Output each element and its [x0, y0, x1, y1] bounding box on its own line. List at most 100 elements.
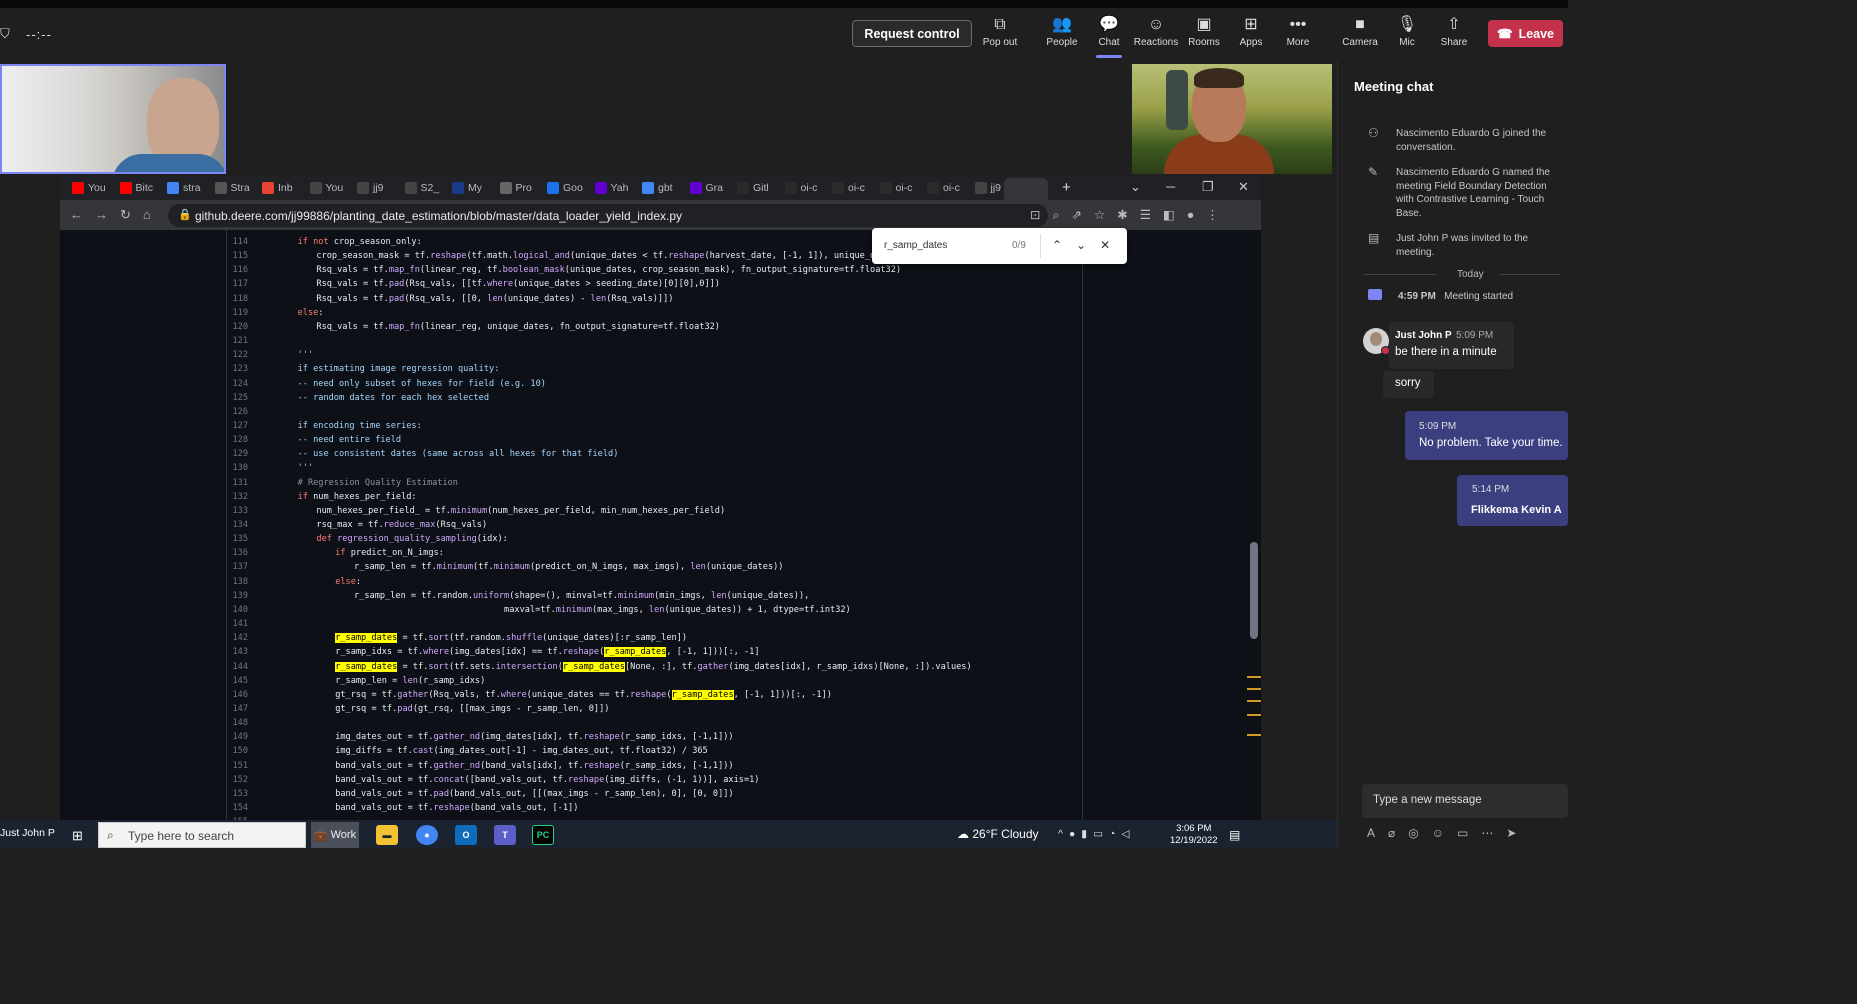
apps-button[interactable]: ⊞ Apps [1228, 14, 1274, 56]
more-button[interactable]: ••• More [1275, 14, 1321, 56]
nav-buttons[interactable]: ←→↻⌂ [70, 207, 163, 223]
url-text[interactable]: github.deere.com/jj99886/planting_date_e… [195, 209, 682, 223]
find-close-icon[interactable]: ✕ [1100, 238, 1124, 252]
share-button[interactable]: ⇧ Share [1431, 14, 1477, 56]
browser-tab[interactable]: oi-c [879, 178, 924, 198]
home-icon[interactable]: ⌂ [143, 207, 163, 222]
browser-tab[interactable]: S2_ [404, 178, 449, 198]
mic-tray-icon[interactable]: ▮ [1081, 828, 1093, 840]
back-icon[interactable]: ← [70, 207, 95, 222]
browser-tab[interactable]: Inb [262, 178, 306, 198]
code-token: minimum [617, 590, 655, 601]
close-window-button[interactable]: ✕ [1238, 179, 1249, 195]
send-icon[interactable]: ➤ [1506, 826, 1529, 840]
browser-tab[interactable]: Pro [499, 178, 544, 198]
browser-tab[interactable]: jj9 [357, 178, 401, 198]
minimize-button[interactable]: ─ [1166, 179, 1175, 194]
chevron-up-icon[interactable]: ^ [1058, 828, 1069, 840]
browser-tab[interactable]: You [309, 178, 354, 198]
code-token: (min_imgs, [654, 590, 712, 601]
code-token: where [487, 279, 514, 290]
compose-placeholder[interactable]: Type a new message [1373, 794, 1482, 806]
emoji-icon[interactable]: ☺ [1432, 826, 1457, 840]
weather-widget[interactable]: ☁ 26°F Cloudy [957, 827, 1039, 841]
teams-icon[interactable]: T [494, 825, 516, 845]
gif-icon[interactable]: ▭ [1457, 826, 1481, 840]
notifications-icon[interactable]: ▤ [1229, 828, 1240, 842]
reading-list-icon[interactable]: ☰ [1140, 208, 1163, 222]
find-input[interactable]: r_samp_dates [884, 240, 947, 251]
chat-message-own[interactable] [1457, 475, 1568, 526]
browser-tab[interactable]: Stra [214, 178, 259, 198]
zoom-icon[interactable]: ⌕ [1052, 208, 1071, 222]
volume-icon[interactable]: ◁ [1121, 828, 1135, 840]
chat-message-own[interactable] [1405, 411, 1568, 460]
tab-search-icon[interactable]: ⌄ [1130, 179, 1141, 195]
browser-tab[interactable]: jj9 [974, 178, 1019, 198]
reactions-button[interactable]: ☺ Reactions [1133, 14, 1179, 56]
code-token: if encoding time series: [297, 420, 422, 431]
browser-tab[interactable]: gbt [642, 178, 686, 198]
forward-icon[interactable]: → [95, 207, 120, 222]
date-separator: Today [1457, 269, 1484, 280]
taskbar-clock[interactable]: 3:06 PM 12/19/2022 [1170, 823, 1218, 847]
people-button[interactable]: 👥 People [1039, 14, 1085, 56]
chrome-icon[interactable]: ● [416, 825, 438, 845]
chat-button[interactable]: 💬 Chat [1086, 14, 1132, 56]
browser-tab[interactable]: stra [167, 178, 211, 198]
bookmark-star-icon[interactable]: ☆ [1094, 208, 1117, 222]
browser-tab[interactable]: My [452, 178, 496, 198]
more-options-icon[interactable]: ⋯ [1481, 826, 1506, 840]
side-panel-icon[interactable]: ◧ [1163, 208, 1187, 222]
share-page-icon[interactable]: ⇗ [1072, 208, 1094, 222]
taskbar-search-placeholder[interactable]: Type here to search [128, 829, 234, 843]
line-number: 148 [232, 718, 248, 729]
windows-start-icon[interactable]: ⊞ [72, 828, 83, 844]
message-time: 5:14 PM [1472, 484, 1510, 495]
find-previous-icon[interactable]: ⌃ [1052, 238, 1076, 252]
network-icon[interactable]: ◔ [1109, 828, 1121, 840]
browser-tab[interactable]: oi-c [784, 178, 829, 198]
participant-video-self[interactable] [0, 64, 226, 174]
lock-icon[interactable]: 🔒 [178, 208, 192, 221]
participant-video-remote[interactable] [1132, 64, 1332, 174]
browser-tab[interactable]: oi-c [832, 178, 876, 198]
code-token: num_hexes_per_field_ = tf. [316, 505, 451, 516]
browser-tab[interactable]: oi-c [927, 178, 971, 198]
camera-button[interactable]: ■ Camera [1337, 14, 1383, 56]
work-button[interactable]: 💼 Work [311, 822, 359, 848]
pop-out-button[interactable]: ⧉ Pop out [977, 14, 1023, 56]
browser-tab[interactable]: Gra [689, 178, 734, 198]
browser-tab[interactable]: Goo [547, 178, 591, 198]
profile-icon[interactable]: ● [1187, 208, 1207, 222]
pycharm-icon[interactable]: PC [532, 825, 554, 845]
find-next-icon[interactable]: ⌄ [1076, 238, 1100, 252]
code-token: reshape [433, 803, 470, 813]
browser-tab[interactable]: Yah [594, 178, 639, 198]
attach-icon[interactable]: ⌀ [1388, 826, 1408, 840]
new-tab-button[interactable]: + [1062, 179, 1071, 196]
restore-button[interactable]: ❐ [1202, 179, 1214, 195]
code-line: # Regression Quality Estimation [298, 478, 458, 488]
mic-button[interactable]: 🎙 Mic [1384, 14, 1430, 56]
browser-tab[interactable]: Gitl [737, 178, 781, 198]
line-number: 144 [232, 661, 248, 672]
extensions-icon[interactable]: ✱ [1117, 208, 1139, 222]
file-explorer-icon[interactable]: ▬ [376, 825, 398, 845]
browser-tab[interactable]: Bitc [119, 178, 164, 198]
leave-button[interactable]: ☎ Leave [1488, 20, 1563, 47]
request-control-button[interactable]: Request control [852, 20, 972, 47]
install-icon[interactable]: ⊡ [1030, 208, 1052, 222]
code-token: (unique_dates) - [502, 293, 591, 304]
loop-icon[interactable]: ◎ [1408, 826, 1431, 840]
code-token: (Rsq_vals, tf. [428, 689, 501, 700]
outlook-icon[interactable]: O [455, 825, 477, 845]
format-icon[interactable]: A [1367, 826, 1388, 840]
rooms-button[interactable]: ▣ Rooms [1181, 14, 1227, 56]
battery-icon[interactable]: ▭ [1093, 828, 1109, 840]
reload-icon[interactable]: ↻ [120, 207, 143, 222]
scrollbar-thumb[interactable] [1250, 542, 1258, 639]
menu-icon[interactable]: ⋮ [1206, 208, 1231, 222]
tray-app-icon[interactable]: ● [1069, 828, 1081, 840]
browser-tab[interactable]: You [72, 178, 116, 198]
